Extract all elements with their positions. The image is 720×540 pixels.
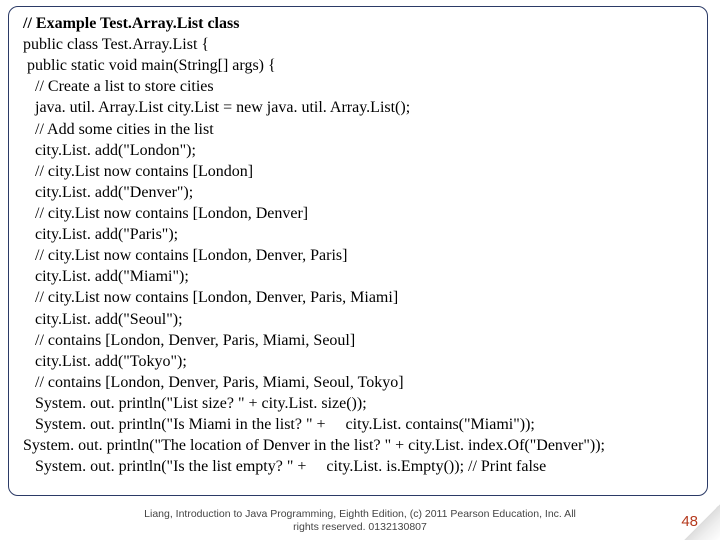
code-line: // Create a list to store cities bbox=[23, 76, 697, 97]
slide-footer: Liang, Introduction to Java Programming,… bbox=[0, 508, 720, 534]
code-line: // city.List now contains [London] bbox=[23, 161, 697, 182]
code-line: java. util. Array.List city.List = new j… bbox=[23, 97, 697, 118]
code-line: // city.List now contains [London, Denve… bbox=[23, 203, 697, 224]
code-line: System. out. println("Is the list empty?… bbox=[23, 456, 697, 477]
page-curl-icon bbox=[684, 504, 720, 540]
code-line: // Example Test.Array.List class bbox=[23, 13, 697, 34]
code-line: // city.List now contains [London, Denve… bbox=[23, 287, 697, 308]
code-line: public static void main(String[] args) { bbox=[23, 55, 697, 76]
code-line: System. out. println("List size? " + cit… bbox=[23, 393, 697, 414]
code-line: // Add some cities in the list bbox=[23, 119, 697, 140]
code-line: // city.List now contains [London, Denve… bbox=[23, 245, 697, 266]
code-line: city.List. add("Miami"); bbox=[23, 266, 697, 287]
code-line: public class Test.Array.List { bbox=[23, 34, 697, 55]
code-line: city.List. add("Denver"); bbox=[23, 182, 697, 203]
code-line: // contains [London, Denver, Paris, Miam… bbox=[23, 372, 697, 393]
footer-line-2: rights reserved. 0132130807 bbox=[293, 521, 427, 533]
code-example-box: // Example Test.Array.List class public … bbox=[8, 6, 708, 496]
code-line: city.List. add("Seoul"); bbox=[23, 309, 697, 330]
code-line: city.List. add("Paris"); bbox=[23, 224, 697, 245]
code-line: // contains [London, Denver, Paris, Miam… bbox=[23, 330, 697, 351]
code-line: System. out. println("Is Miami in the li… bbox=[23, 414, 697, 435]
code-line: city.List. add("Tokyo"); bbox=[23, 351, 697, 372]
code-line: System. out. println("The location of De… bbox=[23, 435, 697, 456]
code-line: city.List. add("London"); bbox=[23, 140, 697, 161]
footer-line-1: Liang, Introduction to Java Programming,… bbox=[144, 508, 576, 520]
